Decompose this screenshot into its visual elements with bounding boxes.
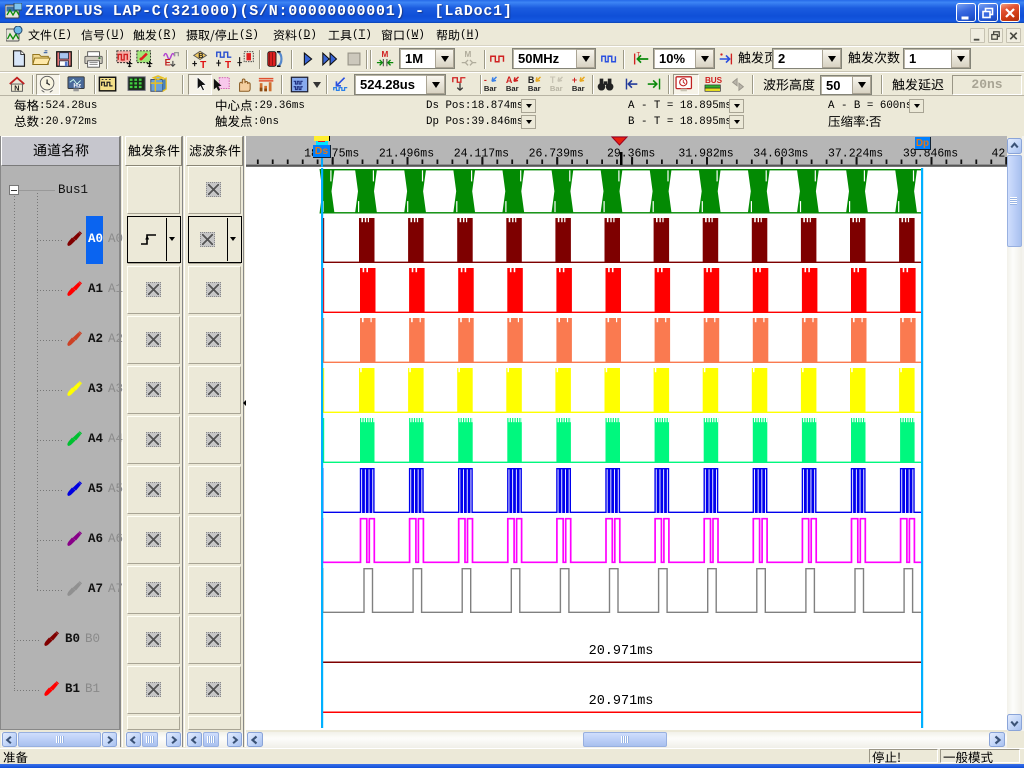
svg-text:E: E [165,57,171,67]
svg-text:BUS: BUS [705,76,723,85]
svg-text:29.36ms: 29.36ms [607,148,655,161]
svg-text:21.496ms: 21.496ms [379,148,434,161]
svg-text:N: N [14,83,19,92]
svg-text:20.971ms: 20.971ms [589,694,654,709]
svg-text:T: T [225,60,231,69]
svg-text:T: T [200,60,206,69]
svg-text:20.971ms: 20.971ms [589,644,654,659]
svg-text:Bar: Bar [572,84,585,93]
svg-text:Bar: Bar [550,84,563,93]
svg-text:B: B [198,51,203,60]
svg-text:Bar: Bar [528,84,541,93]
svg-text:M: M [381,50,388,59]
svg-text:31.982ms: 31.982ms [678,148,733,161]
svg-text:34.603ms: 34.603ms [753,148,808,161]
svg-text:37.224ms: 37.224ms [828,148,883,161]
svg-text:Bar: Bar [506,84,519,93]
svg-text:M: M [464,50,471,59]
svg-text:24.117ms: 24.117ms [454,148,509,161]
svg-text:26.739ms: 26.739ms [529,148,584,161]
svg-text:Bar: Bar [484,84,497,93]
svg-text:T: T [636,51,640,58]
svg-text:42.4: 42.4 [991,148,1007,161]
